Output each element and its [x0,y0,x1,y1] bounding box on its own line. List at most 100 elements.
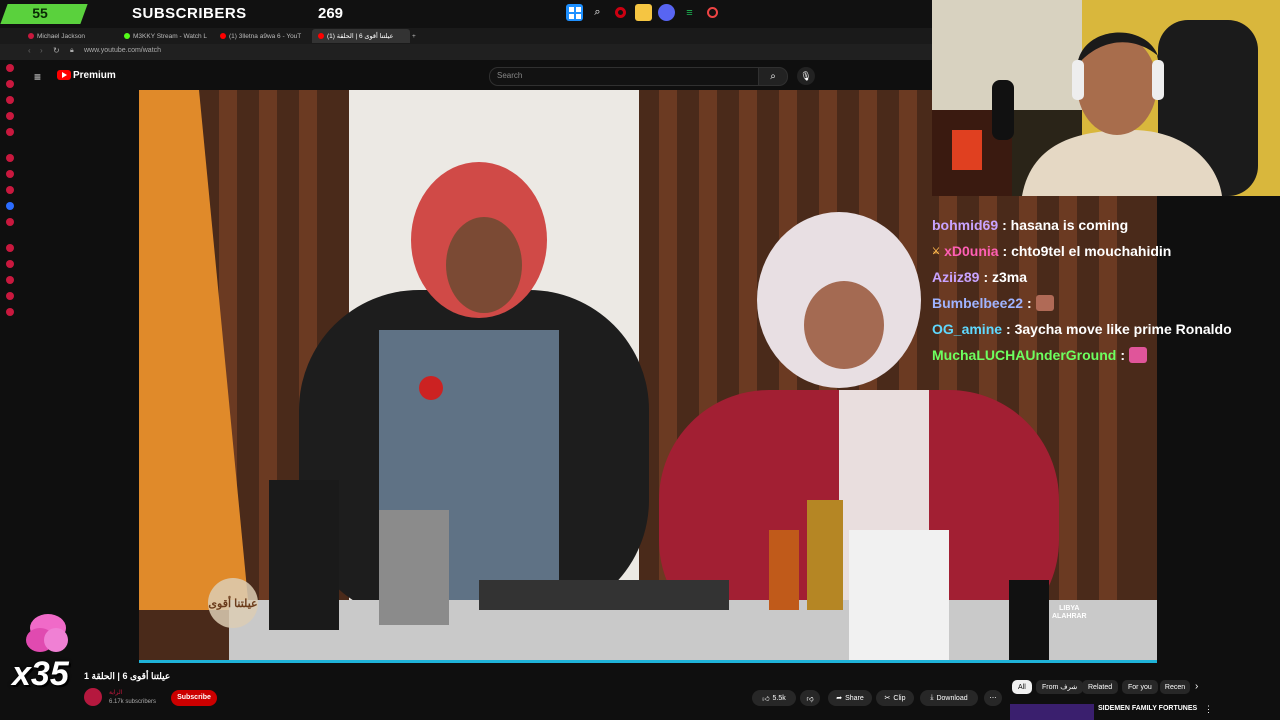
clip-button[interactable]: ✂ Clip [876,690,914,706]
clip-label: Clip [893,694,906,702]
search-icon[interactable]: ⌕ [589,4,606,21]
more-icon[interactable]: ⋮ [1204,704,1213,715]
dislike-button[interactable]: 👎︎ [800,690,820,706]
chat-username: xD0unia [944,243,999,259]
chat-message: ⚔ xD0unia : chto9tel el mouchahidin [932,238,1280,264]
chip-recent[interactable]: Recen [1160,680,1190,694]
webcam-image [932,0,1280,196]
recommended-title[interactable]: SIDEMEN FAMILY FORTUNES [1098,705,1197,712]
sidebar-app-icon[interactable] [6,186,14,194]
sidebar-app-icon[interactable] [6,96,14,104]
avatar[interactable] [84,688,102,706]
opera-icon[interactable] [612,4,629,21]
mic-icon[interactable]: 🎙︎ [797,67,815,85]
sidebar-app-icon[interactable] [6,276,14,284]
chat-text: : [1120,347,1125,363]
sidebar-app-icon[interactable] [6,244,14,252]
recommended-thumbnail[interactable] [1010,704,1094,720]
like-count: 5.5k [772,694,786,702]
sidebar-app-icon[interactable] [6,112,14,120]
tab-label: Michael Jackson [37,32,86,40]
chat-username: bohmid69 [932,217,999,233]
taskbar: ⌕ ≡ [566,4,721,21]
video-progress-bar[interactable] [139,660,1157,663]
sidebar-app-icon[interactable] [6,64,14,72]
youtube-play-glyph [62,72,67,78]
new-tab-button[interactable]: + [406,29,422,43]
tab-label: (1) عيلتنا أقوى 6 | الحلقة [327,33,394,40]
flower-icon [26,614,68,652]
video-title: عيلتنا أقوى 6 | الحلقة 1 [84,671,171,681]
download-button[interactable]: ⤓ Download [920,690,978,706]
sidebar-app-icon[interactable] [6,218,14,226]
sidebar-app-icon[interactable] [6,292,14,300]
sidebar-app-icon[interactable] [6,80,14,88]
tab-youtube-active[interactable]: (1) عيلتنا أقوى 6 | الحلقة [312,29,410,43]
forward-icon[interactable]: › [40,46,43,55]
combo-counter: x35 [12,655,69,693]
chevron-right-icon[interactable]: › [1195,681,1198,692]
browser-icon[interactable] [704,4,721,21]
sidebar-app-icon[interactable] [6,128,14,136]
menu-icon[interactable]: ≡ [34,70,41,84]
chip-for-you[interactable]: For you [1122,680,1158,694]
chat-username: Aziiz89 [932,269,980,285]
search-input[interactable] [489,67,759,86]
reload-icon[interactable]: ↻ [53,46,60,55]
chat-message: MuchaLUCHAUnderGround : [932,342,1280,368]
emote-icon [1129,347,1147,363]
like-button[interactable]: 👍︎ 5.5k [752,690,796,706]
chat-text: : chto9tel el mouchahidin [1002,243,1172,259]
spotify-icon[interactable]: ≡ [681,4,698,21]
sidebar-app-icon[interactable] [6,308,14,316]
sidebar-app-icon[interactable] [6,260,14,268]
tab-favicon [220,33,226,39]
sidebar-app-icon[interactable] [6,154,14,162]
chat-message: bohmid69 : hasana is coming [932,212,1280,238]
sidebar-app-icon[interactable] [6,202,14,210]
download-icon: ⤓ [930,694,934,701]
emote-icon [1035,295,1054,311]
browser-sidebar [0,60,22,720]
like-icon: 👍︎ [762,695,770,703]
show-logo-badge: عيلتنا أقوى [208,578,258,628]
watermark-line-2: ALAHRAR [1052,613,1087,620]
share-label: Share [845,694,864,702]
search-placeholder: Search [497,71,523,80]
subscribe-button[interactable]: Subscribe [171,690,217,706]
chip-related[interactable]: Related [1082,680,1119,694]
chip-from-channel[interactable]: From شرف [1036,680,1084,694]
url-text[interactable]: www.youtube.com/watch [84,47,161,54]
search-button[interactable]: ⌕ [758,67,788,86]
channel-subscriber-count: 6.17k subscribers [109,699,157,705]
tab-kick-stream[interactable]: M3KKY Stream - Watch L [118,29,214,43]
more-icon: ⋯ [989,695,997,702]
share-button[interactable]: ➦ Share [828,690,872,706]
clip-icon: ✂ [884,695,891,702]
tab-label: M3KKY Stream - Watch L [133,32,208,40]
back-icon[interactable]: ‹ [28,46,31,55]
tab-michael-jackson[interactable]: Michael Jackson [22,29,120,43]
sidebar-app-icon[interactable] [6,170,14,178]
subscriber-count: 55 [32,5,48,21]
chat-text: : hasana is coming [1002,217,1129,233]
chat-message: OG_amine : 3aycha move like prime Ronald… [932,316,1280,342]
windows-icon[interactable] [566,4,583,21]
folder-icon[interactable] [635,4,652,21]
badge-icon: ⚔ [932,245,941,256]
youtube-brand[interactable]: Premium [73,70,116,81]
more-button[interactable]: ⋯ [984,690,1002,706]
subscriber-label: SUBSCRIBERS [132,5,247,22]
chat-text: : [1027,295,1032,311]
chip-all[interactable]: All [1012,680,1032,694]
chat-username: MuchaLUCHAUnderGround [932,347,1117,363]
channel-name[interactable]: الراية [109,689,122,696]
discord-icon[interactable] [658,4,675,21]
share-icon: ➦ [836,695,843,702]
tab-youtube-1[interactable]: (1) 3lletna a9wa 6 - YouT [214,29,312,43]
dislike-icon: 👎︎ [806,695,814,703]
tab-favicon [28,33,34,39]
channel-watermark: LIBYA ALAHRAR [1052,605,1087,621]
chat-username: OG_amine [932,321,1003,337]
lock-icon: 🔒︎ [70,47,74,54]
